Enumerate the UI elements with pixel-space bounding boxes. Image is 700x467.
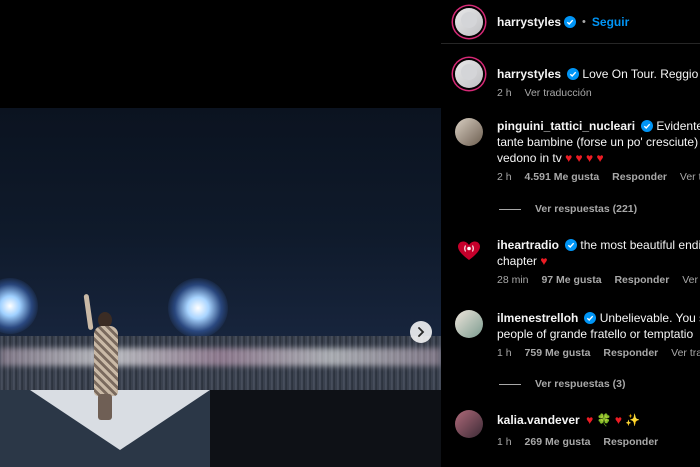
verified-badge-icon	[641, 120, 654, 132]
reply-button[interactable]: Responder	[612, 171, 667, 183]
comment-username[interactable]: ilmenestrelloh	[497, 311, 578, 325]
comment-text: Unbelievable. You sp	[599, 311, 700, 325]
heart-emoji: ♥ ♥ ♥ ♥	[565, 151, 604, 165]
replies-divider	[499, 208, 521, 210]
caption-time[interactable]: 2 h	[497, 87, 512, 99]
caption: harrystyles Love On Tour. Reggio Em 2 h …	[455, 60, 700, 99]
comment-item: pinguini_tattici_nucleari Evidentem tant…	[455, 118, 700, 183]
view-replies-button[interactable]: Ver respuestas (3)	[499, 378, 625, 390]
comment-text: tante bambine (forse un po' cresciute)	[497, 135, 699, 149]
avatar[interactable]	[455, 60, 483, 88]
stage-light-right	[168, 278, 228, 338]
verified-badge-icon	[564, 15, 577, 28]
next-image-button[interactable]	[410, 321, 432, 343]
stage-light-left	[0, 278, 38, 334]
view-replies-button[interactable]: Ver respuestas (221)	[499, 203, 637, 215]
translate-link[interactable]: Ver traducción	[525, 87, 592, 99]
stage-shadow	[210, 390, 441, 467]
comment-text: people of grande fratello or temptatio	[497, 327, 694, 341]
iheart-logo-icon	[458, 241, 480, 260]
comment-text: the most beautiful endi	[580, 238, 700, 252]
likes-count[interactable]: 269 Me gusta	[525, 436, 591, 448]
comment-time[interactable]: 28 min	[497, 274, 529, 286]
likes-count[interactable]: 759 Me gusta	[525, 347, 591, 359]
replies-divider	[499, 383, 521, 385]
view-replies-label: Ver respuestas (221)	[535, 203, 638, 215]
comment-text: vedono in tv	[497, 151, 562, 165]
verified-badge-icon	[567, 68, 580, 80]
comment-username[interactable]: iheartradio	[497, 238, 559, 252]
commenter-avatar[interactable]	[455, 310, 483, 338]
comment-item: ilmenestrelloh Unbelievable. You sp peop…	[455, 310, 700, 359]
heart-emoji: ♥	[540, 254, 548, 268]
comment-item: iheartradio the most beautiful endi chap…	[455, 237, 700, 286]
view-replies-label: Ver respuestas (3)	[535, 378, 626, 390]
caption-text: Love On Tour. Reggio Em	[582, 67, 700, 81]
comment-text: chapter	[497, 254, 538, 268]
comment-text: Evidentem	[656, 119, 700, 133]
comment-item: kalia.vandever ♥ 🍀 ♥ ✨ 1 h 269 Me gusta …	[455, 410, 700, 448]
caption-username[interactable]: harrystyles	[497, 67, 561, 81]
post-media	[0, 0, 441, 467]
likes-count[interactable]: 4.591 Me gusta	[525, 171, 600, 183]
translate-link[interactable]: Ver tradu	[671, 347, 700, 359]
avatar[interactable]	[455, 7, 483, 36]
comment-time[interactable]: 1 h	[497, 347, 512, 359]
performer	[83, 293, 128, 420]
author-username[interactable]: harrystyles	[497, 15, 561, 29]
comment-username[interactable]: pinguini_tattici_nucleari	[497, 119, 635, 133]
comments-panel: harrystyles • Seguir harrystyles Love On…	[441, 0, 700, 467]
likes-count[interactable]: 97 Me gusta	[541, 274, 601, 286]
commenter-avatar[interactable]	[455, 410, 483, 438]
commenter-avatar[interactable]	[455, 118, 483, 146]
concert-photo	[0, 108, 441, 467]
separator-dot: •	[582, 15, 586, 28]
translate-link[interactable]: Ver trad	[680, 171, 700, 183]
verified-badge-icon	[565, 239, 578, 251]
reply-button[interactable]: Responder	[614, 274, 669, 286]
translate-link[interactable]: Ver tra	[682, 274, 700, 286]
verified-badge-icon	[584, 312, 597, 324]
crowd	[0, 336, 441, 396]
post-header: harrystyles • Seguir	[441, 0, 700, 44]
reply-button[interactable]: Responder	[603, 347, 658, 359]
comment-username[interactable]: kalia.vandever	[497, 413, 580, 427]
follow-button[interactable]: Seguir	[592, 15, 629, 29]
emoji-reaction: ♥ 🍀 ♥ ✨	[586, 413, 641, 427]
reply-button[interactable]: Responder	[603, 436, 658, 448]
comment-time[interactable]: 1 h	[497, 436, 512, 448]
comment-time[interactable]: 2 h	[497, 171, 512, 183]
crowd-lights	[0, 348, 441, 366]
chevron-right-icon	[418, 327, 425, 337]
commenter-avatar[interactable]	[455, 237, 483, 265]
